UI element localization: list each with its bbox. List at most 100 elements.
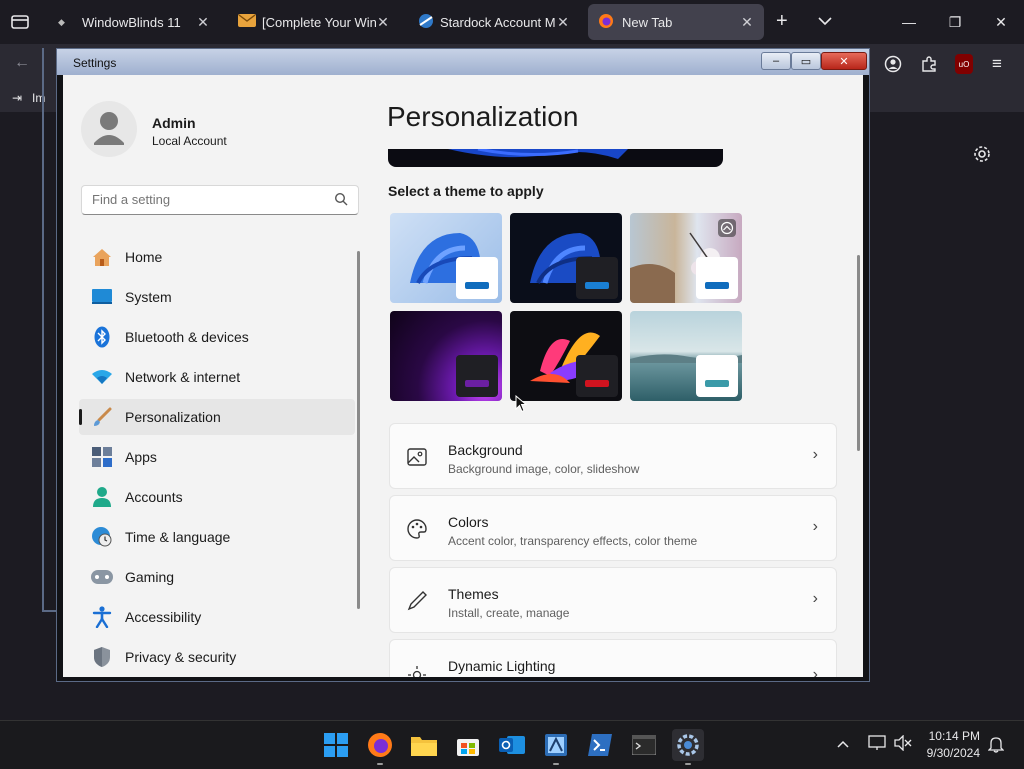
- close-icon[interactable]: ✕: [556, 14, 570, 31]
- spotlight-icon: [718, 219, 736, 237]
- theme-preview-banner: [388, 149, 723, 167]
- settings-icon[interactable]: [672, 729, 704, 765]
- nav-personalization[interactable]: Personalization: [79, 399, 355, 435]
- close-button[interactable]: ✕: [821, 52, 867, 70]
- nav-time-language[interactable]: Time & language: [79, 519, 355, 555]
- nav-label: Time & language: [125, 529, 231, 545]
- close-icon[interactable]: ✕: [196, 14, 210, 31]
- page-settings-icon[interactable]: [972, 144, 992, 169]
- colors-setting-card[interactable]: Colors Accent color, transparency effect…: [389, 495, 837, 561]
- hamburger-menu-icon[interactable]: ≡: [992, 54, 1002, 74]
- browser-tab[interactable]: ◆ WindowBlinds 11 ✕: [48, 4, 220, 40]
- content-scrollbar[interactable]: [857, 255, 860, 451]
- browser-tab[interactable]: Stardock Account Man ✕: [408, 4, 580, 40]
- nav-bluetooth[interactable]: Bluetooth & devices: [79, 319, 355, 355]
- theme-thumbnail[interactable]: [390, 213, 502, 303]
- taskbar: 10:14 PM 9/30/2024: [0, 720, 1024, 769]
- search-input[interactable]: [90, 191, 324, 208]
- new-tab-icon[interactable]: +: [776, 10, 796, 34]
- theme-thumbnail[interactable]: [510, 311, 622, 401]
- display-icon[interactable]: [868, 735, 886, 756]
- nav-label: Apps: [125, 449, 157, 465]
- theme-thumbnail[interactable]: [510, 213, 622, 303]
- browser-tab[interactable]: [Complete Your Windo ✕: [228, 4, 400, 40]
- shield-icon: [91, 646, 113, 668]
- file-explorer-icon[interactable]: [408, 729, 440, 761]
- window-title: Settings: [73, 56, 117, 70]
- accounts-icon: [91, 486, 113, 508]
- nav-scrollbar[interactable]: [357, 251, 360, 609]
- windowblinds-app-icon[interactable]: [540, 729, 572, 765]
- firefox-icon[interactable]: [364, 729, 396, 765]
- close-icon[interactable]: ✕: [740, 14, 754, 31]
- selection-indicator: [79, 409, 82, 425]
- chevron-up-icon[interactable]: [836, 737, 850, 756]
- card-title: Themes: [448, 586, 499, 602]
- theme-window-preview: [576, 355, 618, 397]
- chevron-down-icon[interactable]: [816, 12, 836, 32]
- import-bookmarks-icon[interactable]: ⇥: [12, 91, 22, 105]
- ublock-icon[interactable]: uO: [955, 54, 973, 74]
- mouse-cursor: [515, 394, 528, 418]
- card-subtitle: Background image, color, slideshow: [448, 462, 640, 476]
- notification-bell-icon[interactable]: [987, 735, 1005, 758]
- card-title: Background: [448, 442, 523, 458]
- avatar[interactable]: [81, 101, 137, 157]
- nav-network[interactable]: Network & internet: [79, 359, 355, 395]
- image-icon: [406, 446, 428, 468]
- chevron-right-icon: ›: [812, 446, 818, 463]
- globe-clock-icon: [91, 526, 113, 548]
- volume-muted-icon[interactable]: [894, 734, 912, 756]
- nav-home[interactable]: Home: [79, 239, 355, 275]
- theme-window-preview: [576, 257, 618, 299]
- nav-gaming[interactable]: Gaming: [79, 559, 355, 595]
- nav-privacy-security[interactable]: Privacy & security: [79, 639, 355, 675]
- accent-bar: [705, 282, 729, 289]
- theme-section-label: Select a theme to apply: [388, 183, 544, 199]
- clock-time[interactable]: 10:14 PM: [928, 729, 980, 743]
- chevron-right-icon: ›: [812, 518, 818, 535]
- theme-window-preview: [456, 257, 498, 299]
- close-window-button[interactable]: ✕: [978, 0, 1024, 44]
- background-setting-card[interactable]: Background Background image, color, slid…: [389, 423, 837, 489]
- account-icon[interactable]: [884, 55, 902, 78]
- search-icon[interactable]: [334, 192, 348, 211]
- accent-bar: [585, 380, 609, 387]
- dynamic-lighting-setting-card[interactable]: Dynamic Lighting ›: [389, 639, 837, 677]
- powershell-icon[interactable]: [584, 729, 616, 761]
- nav-system[interactable]: System: [79, 279, 355, 315]
- outlook-icon[interactable]: [496, 729, 528, 761]
- nav-accessibility[interactable]: Accessibility: [79, 599, 355, 635]
- browser-tab-active[interactable]: New Tab ✕: [588, 4, 764, 40]
- settings-title-bar[interactable]: Settings – ▭ ✕: [57, 49, 869, 75]
- accent-bar: [465, 282, 489, 289]
- nav-label: Network & internet: [125, 369, 241, 385]
- theme-thumbnail[interactable]: [630, 311, 742, 401]
- settings-window: Settings – ▭ ✕ Admin Local Account Home …: [56, 48, 870, 682]
- chevron-right-icon: ›: [812, 590, 818, 607]
- accent-bar: [705, 380, 729, 387]
- card-subtitle: Install, create, manage: [448, 606, 570, 620]
- back-icon[interactable]: ←: [14, 54, 30, 72]
- nav-apps[interactable]: Apps: [79, 439, 355, 475]
- minimize-button[interactable]: —: [886, 0, 932, 44]
- restore-button[interactable]: ❐: [932, 0, 978, 44]
- nav-accounts[interactable]: Accounts: [79, 479, 355, 515]
- extensions-icon[interactable]: [920, 55, 938, 78]
- palette-icon: [406, 518, 428, 540]
- controller-icon: [91, 566, 113, 588]
- mail-icon: [238, 14, 256, 30]
- store-icon[interactable]: [452, 729, 484, 761]
- theme-thumbnail[interactable]: [390, 311, 502, 401]
- maximize-button[interactable]: ▭: [791, 52, 821, 70]
- theme-thumbnail-selected[interactable]: [630, 213, 742, 303]
- themes-setting-card[interactable]: Themes Install, create, manage ›: [389, 567, 837, 633]
- bluetooth-icon: [91, 326, 113, 348]
- lighting-icon: [406, 664, 428, 677]
- terminal-icon[interactable]: [628, 729, 660, 761]
- start-icon[interactable]: [320, 729, 352, 761]
- tab-list-icon[interactable]: [10, 12, 30, 32]
- close-icon[interactable]: ✕: [376, 14, 390, 31]
- clock-date[interactable]: 9/30/2024: [918, 746, 980, 760]
- minimize-button[interactable]: –: [761, 52, 791, 70]
